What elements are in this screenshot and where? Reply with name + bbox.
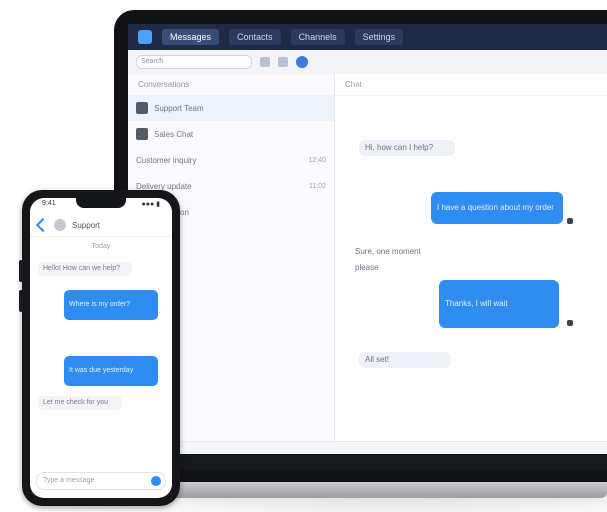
outgoing-message: I have a question about my order xyxy=(431,192,563,224)
user-avatar-icon[interactable] xyxy=(296,56,308,68)
app-logo-icon xyxy=(138,30,152,44)
outgoing-message: Thanks, I will wait xyxy=(439,280,559,328)
incoming-message: Let me check for you xyxy=(38,396,122,410)
read-receipt-icon xyxy=(567,218,573,224)
chat-pane: Chat Hi, how can I help? I have a questi… xyxy=(335,74,607,442)
volume-button xyxy=(19,260,23,282)
phone-notch xyxy=(76,198,126,208)
conversation-item[interactable]: Support Team xyxy=(128,95,334,121)
contact-name: Support xyxy=(72,220,101,230)
send-icon[interactable] xyxy=(151,476,161,486)
conversation-time: 12:40 xyxy=(308,156,326,164)
tab-contacts[interactable]: Contacts xyxy=(229,29,281,45)
mail-icon xyxy=(136,128,148,140)
signal-battery-icon: ●●● ▮ xyxy=(141,201,160,208)
date-divider: Today xyxy=(91,243,111,250)
conversation-item[interactable]: Customer inquiry 12:40 xyxy=(128,147,334,173)
toolbar: Search xyxy=(128,50,607,75)
conversation-time: 11:02 xyxy=(309,182,326,190)
incoming-message: Hello! How can we help? xyxy=(38,262,132,276)
avatar[interactable] xyxy=(54,219,66,231)
laptop-screen: Messages Contacts Channels Settings Sear… xyxy=(128,24,607,470)
message-input-placeholder: Type a message xyxy=(43,477,95,484)
incoming-message: Sure, one moment please xyxy=(355,247,421,272)
tab-settings[interactable]: Settings xyxy=(354,29,404,45)
sidebar-header: Conversations xyxy=(138,80,190,89)
incoming-message: Hi, how can I help? xyxy=(359,140,455,156)
message-input[interactable]: Type a message xyxy=(36,472,166,490)
volume-button xyxy=(19,290,23,312)
chat-header: Chat xyxy=(335,74,607,96)
filter-icon[interactable] xyxy=(260,57,270,67)
conversation-name: Customer inquiry xyxy=(136,155,197,165)
dock xyxy=(128,454,607,470)
phone-clock: 9:41 xyxy=(42,200,56,207)
tab-messages[interactable]: Messages xyxy=(162,29,220,45)
phone-screen: 9:41 ●●● ▮ Support Today Hello! How can … xyxy=(30,198,172,498)
conversation-name: Support Team xyxy=(154,103,204,113)
tab-channels[interactable]: Channels xyxy=(290,29,345,45)
conversation-item[interactable]: Sales Chat xyxy=(128,121,334,147)
app-titlebar: Messages Contacts Channels Settings xyxy=(128,24,607,50)
outgoing-message: It was due yesterday xyxy=(64,356,158,386)
incoming-message: All set! xyxy=(359,352,451,368)
mail-icon xyxy=(136,102,148,114)
phone-frame: 9:41 ●●● ▮ Support Today Hello! How can … xyxy=(19,190,180,506)
back-arrow-icon[interactable] xyxy=(35,217,51,233)
search-input[interactable]: Search xyxy=(136,55,252,69)
read-receipt-icon xyxy=(567,320,573,326)
conversation-name: Sales Chat xyxy=(154,129,194,139)
outgoing-message: Where is my order? xyxy=(64,290,158,320)
laptop-frame: Messages Contacts Channels Settings Sear… xyxy=(114,10,607,482)
compose-icon[interactable] xyxy=(278,57,288,67)
status-bar: Connected xyxy=(128,441,607,454)
phone-chat-header: Support xyxy=(30,214,172,237)
